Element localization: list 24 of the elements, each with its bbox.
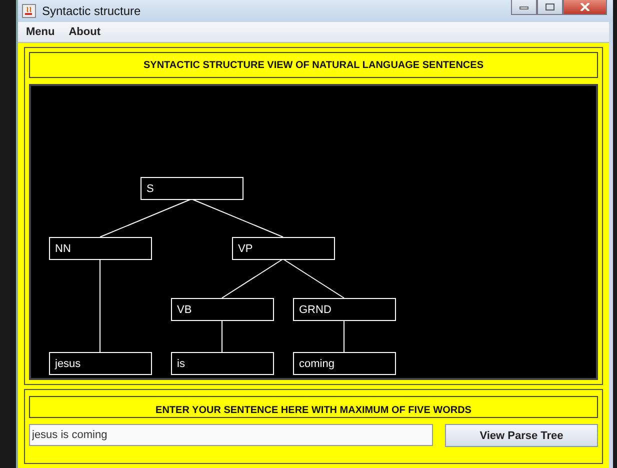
close-button[interactable] [563, 0, 607, 15]
tree-node: jesus [49, 352, 152, 375]
close-icon [580, 3, 590, 11]
view-parse-tree-button[interactable]: View Parse Tree [445, 424, 598, 447]
tree-node: GRND [293, 298, 396, 321]
prompt-text: ENTER YOUR SENTENCE HERE WITH MAXIMUM OF FIVE WORDS [156, 405, 472, 416]
tree-node: VB [171, 298, 274, 321]
tree-node: coming [293, 352, 396, 375]
java-cup-icon [22, 4, 36, 18]
menu-item[interactable]: Menu [26, 26, 55, 38]
tree-node: VP [232, 237, 335, 260]
minimize-icon [519, 4, 529, 10]
maximize-button[interactable] [537, 0, 563, 15]
tree-node: S [140, 177, 244, 200]
minimize-button[interactable] [511, 0, 537, 15]
tree-node: is [171, 352, 274, 375]
connector-line [222, 258, 284, 298]
tree-node: NN [49, 237, 152, 260]
connector-line [282, 258, 344, 298]
maximize-icon [545, 3, 555, 11]
sentence-input-field[interactable]: jesus is coming [29, 424, 433, 446]
window-title: Syntactic structure [42, 4, 141, 18]
menu-item[interactable]: About [68, 26, 100, 38]
header-text: SYNTACTIC STRUCTURE VIEW OF NATURAL LANGUAGE SENTENCES [143, 60, 484, 70]
